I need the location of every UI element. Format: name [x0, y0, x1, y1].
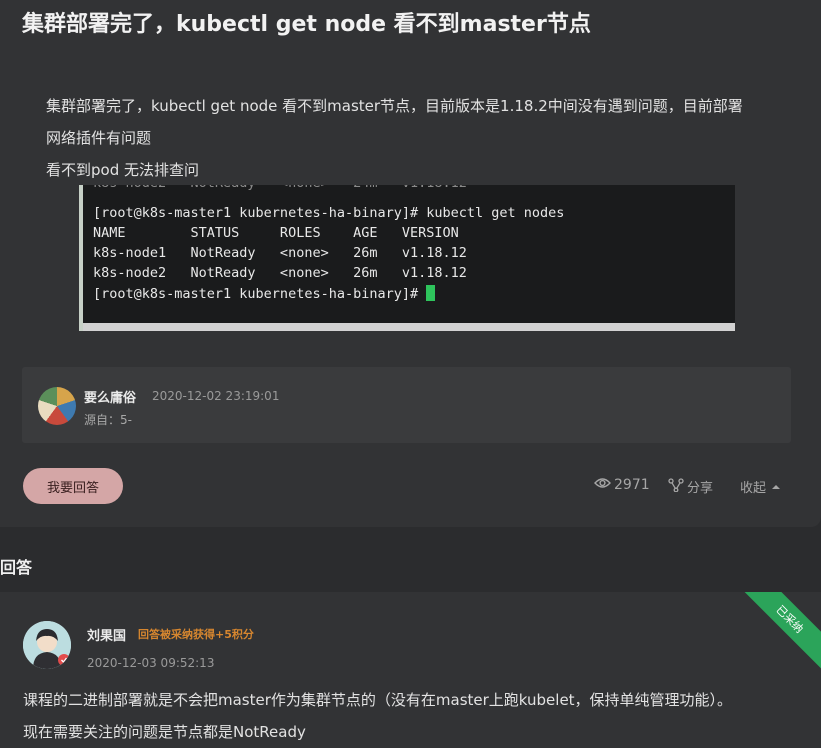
answerer-name[interactable]: 刘果国 [87, 625, 126, 644]
view-count-value: 2971 [614, 477, 650, 493]
terminal-cut-line: k8s-node2 NotReady <none> 24m v1.18.12 [93, 185, 467, 191]
answer-card: 已采纳 刘果国 回答被采纳获得+5积分 2020-12-03 09:52:13 … [0, 592, 821, 748]
eye-icon [594, 477, 611, 493]
answer-time: 2020-12-03 09:52:13 [87, 656, 215, 670]
question-body-line: 看不到pod 无法排查问 [46, 161, 199, 179]
collapse-label: 收起 [740, 481, 767, 496]
question-body-line: 网络插件有问题 [46, 129, 152, 147]
terminal-line: [root@k8s-master1 kubernetes-ha-binary]#… [93, 205, 565, 221]
question-title: 集群部署完了，kubectl get node 看不到master节点 [22, 12, 591, 37]
terminal-line: NAME STATUS ROLES AGE VERSION [93, 225, 459, 241]
author-name[interactable]: 要么庸俗 [84, 387, 136, 406]
terminal-prompt: [root@k8s-master1 kubernetes-ha-binary]# [93, 286, 427, 302]
reward-badge: 回答被采纳获得+5积分 [138, 628, 254, 641]
share-button[interactable]: 分享 [668, 477, 713, 496]
question-card: 集群部署完了，kubectl get node 看不到master节点 集群部署… [0, 0, 821, 527]
question-body-line: 集群部署完了，kubectl get node 看不到master节点，目前版本… [46, 97, 743, 115]
terminal-line: k8s-node2 NotReady <none> 26m v1.18.12 [93, 265, 467, 281]
view-count: 2971 [594, 477, 650, 493]
answer-button[interactable]: 我要回答 [23, 468, 123, 504]
answer-text-line: 现在需要关注的问题是节点都是NotReady [23, 723, 306, 741]
caret-up-icon [772, 479, 781, 494]
avatar[interactable] [23, 621, 71, 669]
collapse-button[interactable]: 收起 [740, 477, 781, 496]
share-label: 分享 [687, 481, 714, 496]
avatar[interactable] [38, 387, 76, 425]
accepted-ribbon: 已采纳 [734, 592, 821, 675]
answers-header: 回答 [0, 558, 33, 577]
terminal-screenshot: k8s-node2 NotReady <none> 24m v1.18.12 [… [79, 185, 735, 331]
terminal-prompt-line: [root@k8s-master1 kubernetes-ha-binary]# [93, 285, 436, 302]
author-time: 2020-12-02 23:19:01 [152, 389, 280, 403]
terminal-scrollbar [83, 323, 735, 331]
author-box: 要么庸俗 2020-12-02 23:19:01 源自：5- [22, 367, 791, 443]
terminal-line: k8s-node1 NotReady <none> 26m v1.18.12 [93, 245, 467, 261]
author-source[interactable]: 源自：5- [84, 411, 132, 428]
share-icon [668, 477, 684, 496]
answer-text-line: 课程的二进制部署就是不会把master作为集群节点的（没有在master上跑ku… [23, 691, 733, 709]
terminal-cursor [426, 285, 436, 301]
